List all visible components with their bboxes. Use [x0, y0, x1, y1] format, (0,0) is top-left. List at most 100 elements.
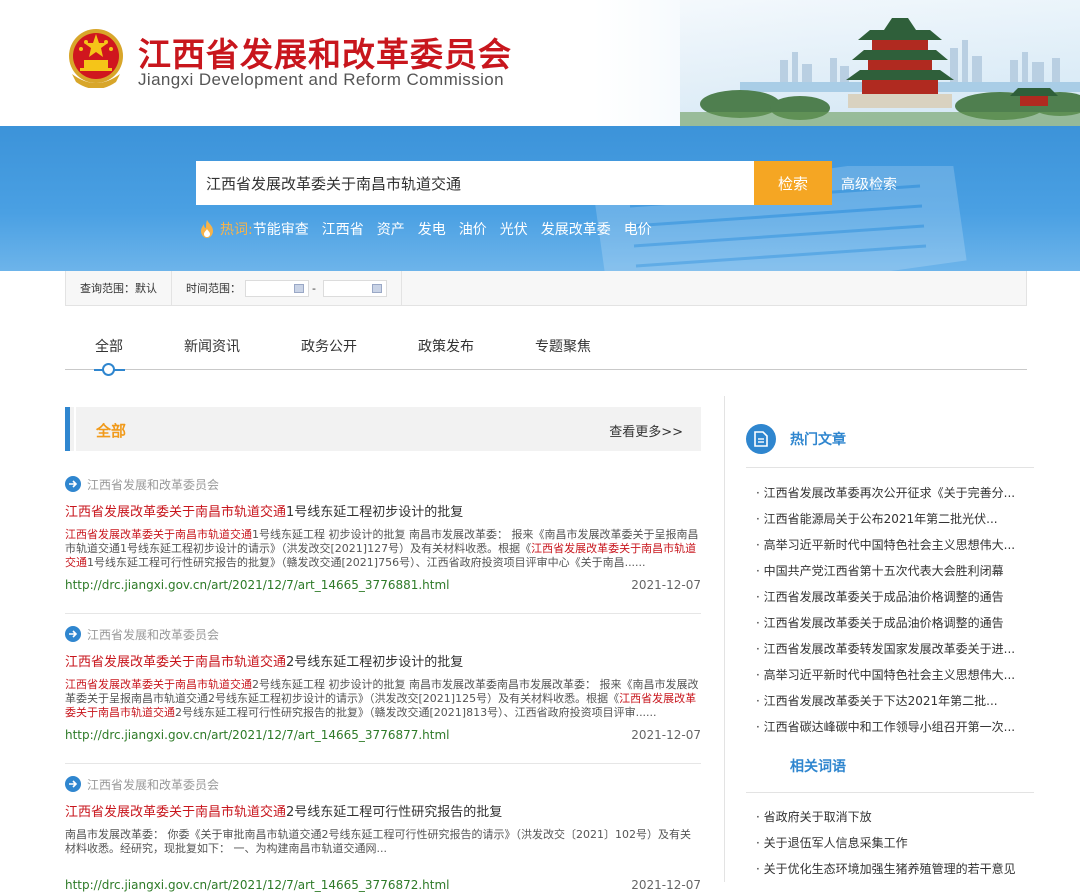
side-list-item-link[interactable]: · 关于退伍军人信息采集工作: [756, 834, 1040, 860]
result-title-highlight: 江西省发展改革委关于南昌市轨道交通: [65, 655, 287, 670]
side-list-item-link[interactable]: · 江西省发展改革委再次公开征求《关于完善分...: [756, 484, 1040, 510]
hot-word-link[interactable]: 发展改革委: [541, 219, 611, 239]
hot-word-link[interactable]: 发电: [418, 219, 446, 239]
result-footer: http://drc.jiangxi.gov.cn/art/2021/12/7/…: [65, 878, 701, 894]
snippet-fragment: 1号线东延工程可行性研究报告的批复》（赣发改交通[2021]756号）、江西省政…: [87, 556, 646, 569]
tab-news[interactable]: 新闻资讯: [184, 336, 240, 356]
scope-filter[interactable]: 查询范围：默认: [66, 271, 172, 305]
hot-words-row: 热词: 节能审查 江西省 资产 发电 油价 光伏 发展改革委 电价: [200, 218, 665, 240]
end-date-input[interactable]: [322, 279, 387, 297]
result-title-highlight: 江西省发展改革委关于南昌市轨道交通: [65, 505, 287, 520]
hot-articles-list: · 江西省发展改革委再次公开征求《关于完善分... · 江西省能源局关于公布202…: [756, 484, 1040, 744]
result-title-link[interactable]: 江西省发展改革委关于南昌市轨道交通2号线东延工程可行性研究报告的批复: [65, 801, 701, 820]
calendar-icon[interactable]: [371, 283, 382, 293]
search-input[interactable]: [196, 161, 754, 205]
side-list-item-link[interactable]: · 江西省发展改革委关于成品油价格调整的通告: [756, 588, 1040, 614]
calendar-icon[interactable]: [294, 283, 304, 293]
hot-word-link[interactable]: 资产: [377, 219, 405, 239]
hot-word-link[interactable]: 电价: [624, 219, 652, 239]
search-band: 检索 高级检索 热词: 节能审查 江西省 资产 发电 油价 光伏 发展改革委 电…: [0, 126, 1080, 271]
side-list-item-link[interactable]: · 省政府关于取消下放: [756, 808, 1040, 834]
view-more-link[interactable]: 查看更多>>: [609, 421, 683, 440]
result-snippet: 南昌市发展改革委： 你委《关于审批南昌市轨道交通2号线东延工程可行性研究报告的请…: [65, 828, 701, 870]
arrow-right-icon: [65, 626, 81, 642]
result-title-link[interactable]: 江西省发展改革委关于南昌市轨道交通1号线东延工程初步设计的批复: [65, 501, 701, 520]
result-title-highlight: 江西省发展改革委关于南昌市轨道交通: [65, 805, 287, 820]
result-date: 2021-12-07: [631, 728, 701, 742]
snippet-fragment: 2号线东延工程可行性研究报告的批复》（赣发改交通[2021]813号）、江西省政…: [175, 706, 657, 719]
site-header: 江西省发展和改革委员会 Jiangxi Development and Refo…: [0, 0, 1080, 126]
arrow-right-icon: [65, 476, 81, 492]
result-url-link[interactable]: http://drc.jiangxi.gov.cn/art/2021/12/7/…: [65, 878, 450, 892]
side-list-item-link[interactable]: · 江西省碳达峰碳中和工作领导小组召开第一次...: [756, 718, 1040, 744]
result-title-rest: 2号线东延工程初步设计的批复: [286, 655, 464, 670]
result-date: 2021-12-07: [631, 878, 701, 892]
result-separator: [65, 763, 701, 764]
time-range-label: 时间范围：: [186, 282, 241, 295]
column-divider: [724, 396, 725, 882]
result-snippet: 江西省发展改革委关于南昌市轨道交通1号线东延工程 初步设计的批复 南昌市发展改革…: [65, 528, 701, 570]
scope-label: 查询范围：默认: [80, 282, 157, 295]
result-source: 江西省发展和改革委员会: [65, 775, 701, 793]
document-icon: [746, 424, 776, 454]
time-range-filter: 时间范围： -: [172, 271, 402, 305]
search-result-item: 江西省发展和改革委员会江西省发展改革委关于南昌市轨道交通2号线东延工程可行性研究…: [65, 775, 701, 894]
side-list-item-link[interactable]: · 江西省发展改革委关于下达2021年第二批...: [756, 692, 1040, 718]
result-title-rest: 1号线东延工程初步设计的批复: [286, 505, 464, 520]
hot-word-link[interactable]: 节能审查: [253, 219, 309, 239]
side-list-item-link[interactable]: · 高举习近平新时代中国特色社会主义思想伟大...: [756, 536, 1040, 562]
hot-word-link[interactable]: 光伏: [500, 219, 528, 239]
result-url-link[interactable]: http://drc.jiangxi.gov.cn/art/2021/12/7/…: [65, 728, 450, 742]
tab-government-affairs[interactable]: 政务公开: [301, 336, 357, 356]
arrow-right-icon: [65, 776, 81, 792]
tab-all[interactable]: 全部: [95, 336, 123, 356]
tab-divider: [65, 369, 1027, 370]
date-separator: -: [312, 281, 316, 295]
result-footer: http://drc.jiangxi.gov.cn/art/2021/12/7/…: [65, 578, 701, 594]
advanced-search-link[interactable]: 高级检索: [841, 174, 897, 194]
related-terms-list: · 省政府关于取消下放 · 关于退伍军人信息采集工作 · 关于优化生态环境加强生猪养…: [756, 808, 1040, 886]
result-source-name: 江西省发展和改革委员会: [87, 477, 220, 492]
search-result-item: 江西省发展和改革委员会 江西省发展改革委关于南昌市轨道交通1号线东延工程初步设计的…: [65, 475, 701, 594]
hot-word-link[interactable]: 江西省: [322, 219, 364, 239]
result-title-link[interactable]: 江西省发展改革委关于南昌市轨道交通2号线东延工程初步设计的批复: [65, 651, 701, 670]
side-list-item-link[interactable]: · 江西省发展改革委关于成品油价格调整的通告: [756, 614, 1040, 640]
tab-special-topics[interactable]: 专题聚焦: [535, 336, 591, 356]
hot-word-link[interactable]: 油价: [459, 219, 487, 239]
side-list-item-link[interactable]: · 江西省能源局关于公布2021年第二批光伏...: [756, 510, 1040, 536]
hot-articles-divider: [746, 467, 1034, 468]
category-tabs: 全部 新闻资讯 政务公开 政策发布 专题聚焦: [65, 336, 1027, 376]
related-terms-title: 相关词语: [790, 759, 846, 775]
snippet-fragment: 江西省发展改革委关于南昌市轨道交通: [65, 678, 252, 691]
snippet-fragment: 南昌市发展改革委： 你委《关于审批南昌市轨道交通2号线东延工程可行性研究报告的请…: [65, 828, 691, 855]
result-title-rest: 2号线东延工程可行性研究报告的批复: [286, 805, 503, 820]
tab-policy-release[interactable]: 政策发布: [418, 336, 474, 356]
active-tab-marker-icon: [102, 363, 115, 376]
result-footer: http://drc.jiangxi.gov.cn/art/2021/12/7/…: [65, 728, 701, 744]
result-source-name: 江西省发展和改革委员会: [87, 777, 220, 792]
side-list-item-link[interactable]: · 江西省发展改革委转发国家发展改革委关于进...: [756, 640, 1040, 666]
search-button[interactable]: 检索: [754, 161, 832, 205]
result-date: 2021-12-07: [631, 578, 701, 592]
result-source: 江西省发展和改革委员会: [65, 475, 701, 493]
result-snippet: 江西省发展改革委关于南昌市轨道交通2号线东延工程 初步设计的批复 南昌市发展改革…: [65, 678, 701, 720]
side-list-item-link[interactable]: · 高举习近平新时代中国特色社会主义思想伟大...: [756, 666, 1040, 692]
result-source: 江西省发展和改革委员会: [65, 625, 701, 643]
hot-articles-title: 热门文章: [790, 432, 846, 448]
result-url-link[interactable]: http://drc.jiangxi.gov.cn/art/2021/12/7/…: [65, 578, 450, 592]
site-subtitle: Jiangxi Development and Reform Commissio…: [138, 70, 504, 89]
related-terms-divider: [746, 792, 1034, 793]
tengwang-pavilion-scenery-image: [680, 0, 1080, 126]
result-separator: [65, 613, 701, 614]
start-date-input[interactable]: [245, 279, 309, 297]
results-header: 全部 查看更多>>: [65, 407, 701, 451]
national-emblem-icon: [69, 29, 123, 88]
search-result-item: 江西省发展和改革委员会 江西省发展改革委关于南昌市轨道交通2号线东延工程初步设计的…: [65, 625, 701, 744]
flame-icon: [201, 220, 213, 238]
side-list-item-link[interactable]: · 中国共产党江西省第十五次代表大会胜利闭幕: [756, 562, 1040, 588]
snippet-fragment: 江西省发展改革委关于南昌市轨道交通: [65, 528, 252, 541]
filter-bar: 查询范围：默认 时间范围： -: [65, 271, 1027, 306]
result-source-name: 江西省发展和改革委员会: [87, 627, 220, 642]
results-header-title: 全部: [96, 422, 127, 440]
side-list-item-link[interactable]: · 关于优化生态环境加强生猪养殖管理的若干意见: [756, 860, 1040, 886]
